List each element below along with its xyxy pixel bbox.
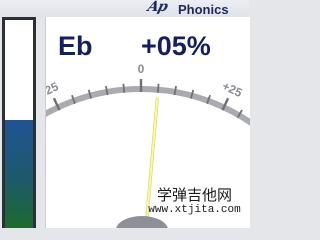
dial-minor-tick — [122, 83, 126, 93]
brand-name: Phonics — [178, 2, 229, 17]
site-watermark: 学弹吉他网 www.xtjita.com — [140, 186, 249, 216]
input-level-meter — [2, 17, 36, 228]
needle-pivot — [116, 216, 168, 228]
watermark-chinese: 学弹吉他网 — [156, 186, 232, 204]
level-meter-fill — [5, 120, 33, 228]
dial-minor-tick — [156, 83, 160, 93]
brand-logo-mark: Ap — [146, 0, 169, 15]
level-meter-track — [5, 20, 33, 228]
watermark-url: www.xtjita.com — [148, 204, 241, 216]
dial-tick-label: 0 — [138, 62, 145, 76]
dial-arc — [46, 86, 250, 126]
header-bar: Ap Phonics — [0, 0, 249, 17]
dial-tick-label: +25 — [220, 79, 245, 100]
dial-tick-label: -25 — [46, 79, 61, 99]
